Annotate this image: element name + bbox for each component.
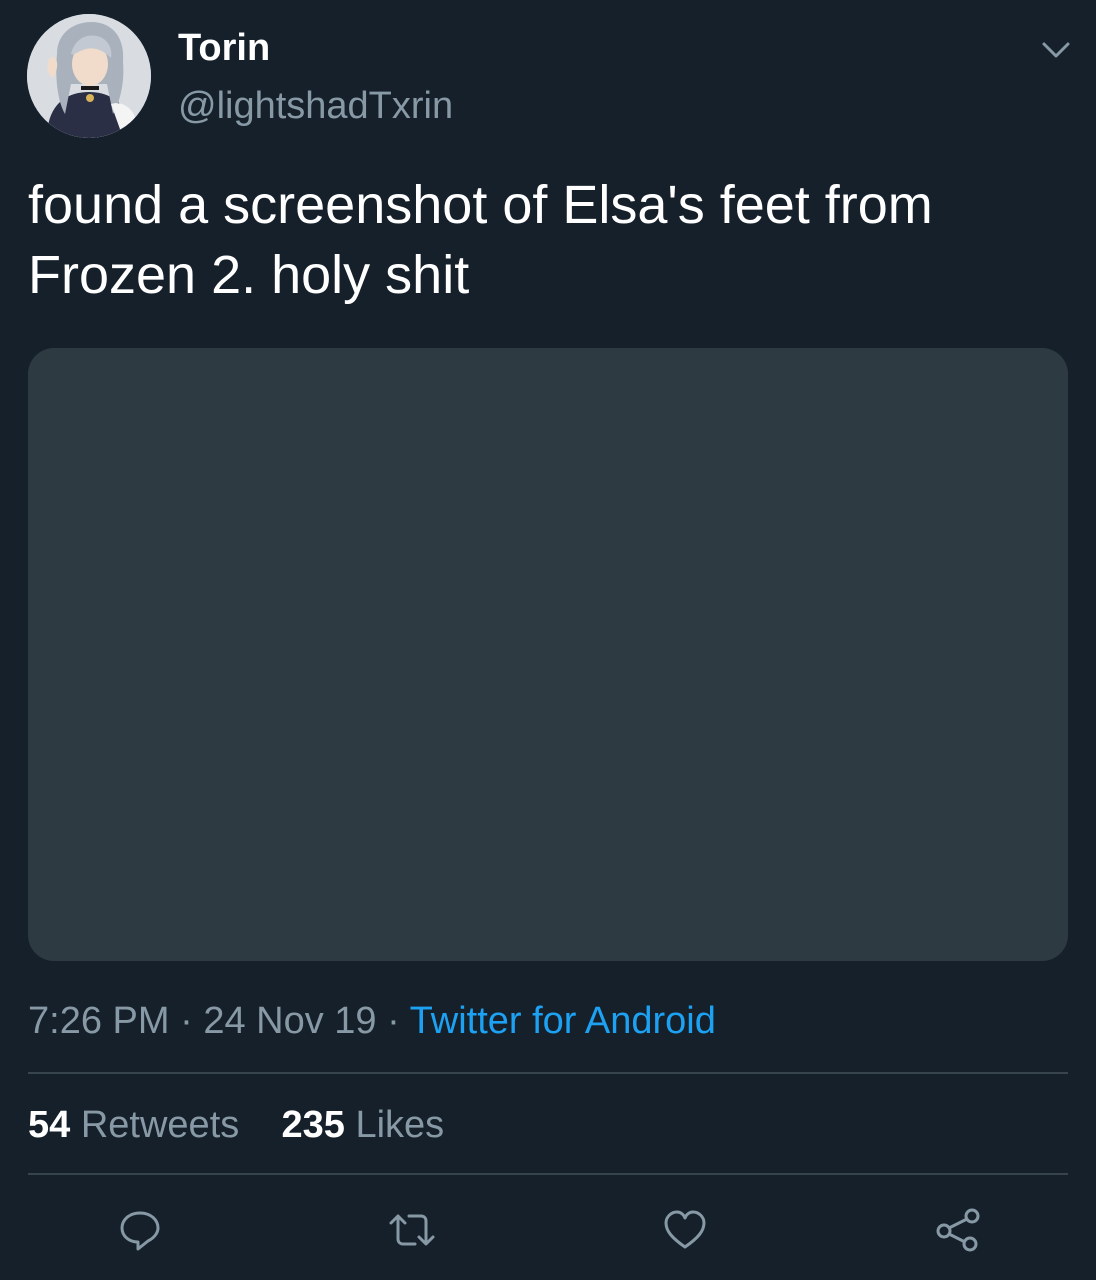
tweet-text: found a screenshot of Elsa's feet from F… [28, 175, 933, 305]
likes-label: Likes [355, 1104, 445, 1146]
tweet-menu-button[interactable] [1036, 30, 1076, 70]
tweet-stats: 54 Retweets 235 Likes [28, 1102, 444, 1148]
avatar[interactable] [27, 14, 151, 138]
share-button[interactable] [935, 1207, 981, 1253]
share-icon [936, 1208, 980, 1252]
heart-icon [664, 1210, 706, 1249]
like-button[interactable] [662, 1207, 708, 1253]
chevron-down-icon [1042, 42, 1070, 58]
display-name[interactable]: Torin [178, 26, 270, 70]
tweet-time: 7:26 PM [28, 1000, 170, 1042]
divider [28, 1072, 1068, 1074]
avatar-image [27, 14, 151, 138]
tweet-date: 24 Nov 19 [203, 1000, 377, 1042]
retweets-label: Retweets [80, 1104, 240, 1146]
likes-count: 235 [281, 1104, 345, 1146]
retweet-icon [389, 1214, 435, 1246]
meta-separator: · [180, 1000, 193, 1042]
retweets-count: 54 [28, 1104, 71, 1146]
retweet-button[interactable] [387, 1207, 435, 1253]
likes-stat[interactable]: 235 Likes [281, 1104, 444, 1146]
reply-icon [120, 1211, 160, 1251]
reply-button[interactable] [117, 1207, 163, 1253]
meta-separator: · [387, 1000, 400, 1042]
divider [28, 1173, 1068, 1175]
retweets-stat[interactable]: 54 Retweets [28, 1104, 239, 1146]
tweet-media[interactable] [28, 348, 1068, 961]
tweet-metadata: 7:26 PM · 24 Nov 19 · Twitter for Androi… [28, 998, 716, 1044]
user-handle[interactable]: @lightshadTxrin [178, 84, 453, 128]
tweet-source-link[interactable]: Twitter for Android [410, 1000, 716, 1042]
